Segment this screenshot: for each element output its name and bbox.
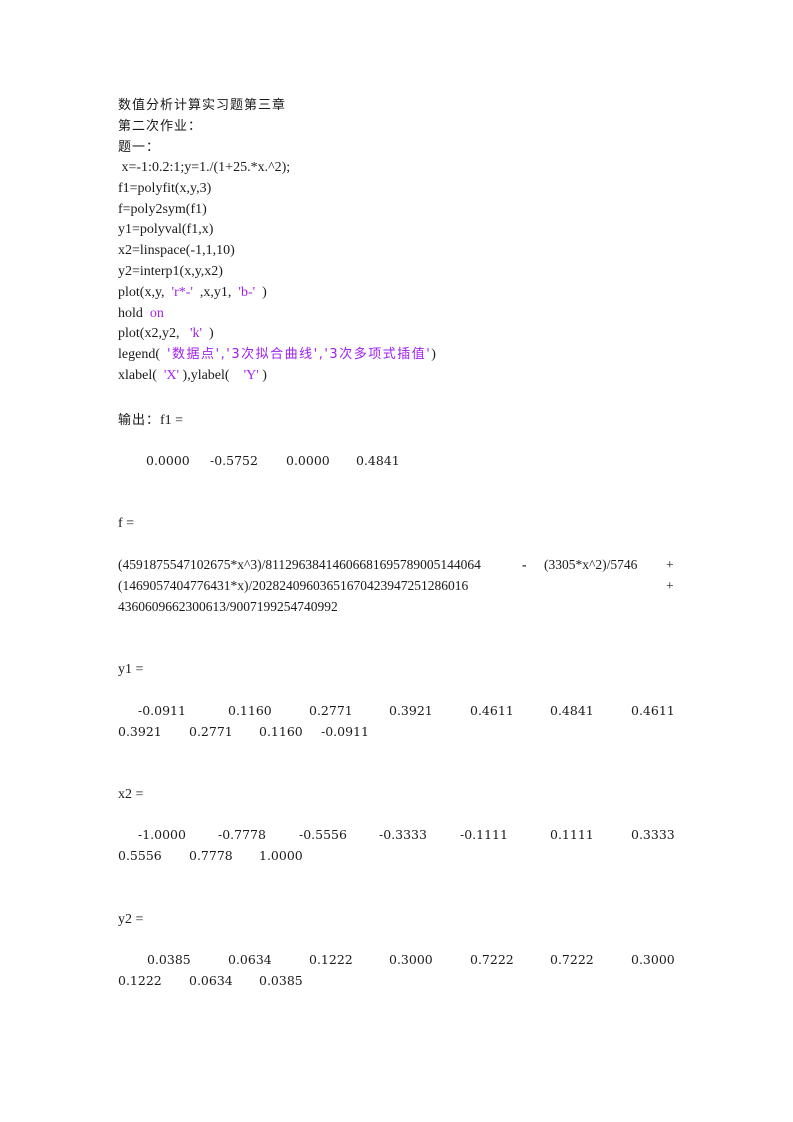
code-text: legend( (118, 347, 167, 362)
y1-value: 0.3921 (389, 703, 433, 718)
output-y1-label: y1 = (118, 662, 144, 677)
code-line-3: f=poly2sym(f1) (118, 202, 207, 217)
x2-value: -0.7778 (218, 827, 266, 842)
code-text: hold (118, 306, 150, 321)
y1-value: 0.4611 (631, 703, 675, 718)
variable-label: f1 = (160, 413, 184, 428)
f-expression-operator: + (666, 578, 674, 593)
code-line-1: x=-1:0.2:1;y=1./(1+25.*x.^2); (118, 160, 291, 175)
output-x2-label: x2 = (118, 787, 144, 802)
y1-value: 0.2771 (189, 724, 233, 739)
code-text: ) (258, 368, 267, 383)
code-text: ) (202, 326, 214, 341)
x2-value: 0.3333 (631, 827, 675, 842)
y1-value: 0.1160 (228, 703, 272, 718)
string-literal: 'r*-' (171, 285, 193, 300)
y1-value: 0.4841 (550, 703, 594, 718)
y2-value: 0.1222 (309, 952, 353, 967)
x2-value: 0.7778 (189, 848, 233, 863)
code-line-legend: legend( '数据点','3次拟合曲线','3次多项式插值') (118, 346, 436, 364)
f-expression-term: 4360609662300613/9007199254740992 (118, 599, 338, 614)
x2-value: 0.5556 (118, 848, 162, 863)
y1-value: 0.1160 (259, 724, 303, 739)
code-line-2: f1=polyfit(x,y,3) (118, 181, 212, 196)
string-literal: 'X' (163, 368, 180, 383)
code-line-4: y1=polyval(f1,x) (118, 222, 214, 237)
code-text: ,x,y1, (192, 285, 239, 300)
document-title: 数值分析计算实习题第三章 (118, 98, 287, 113)
string-literal: '数据点' (166, 347, 221, 362)
output-f-label: f = (118, 516, 135, 531)
f1-value: 0.4841 (356, 453, 400, 468)
x2-value: -1.0000 (138, 827, 186, 842)
output-y2-label: y2 = (118, 912, 144, 927)
f-expression-term: (3305*x^2)/5746 (544, 557, 638, 572)
code-line-5: x2=linspace(-1,1,10) (118, 243, 235, 258)
f-expression-term: (4591875547102675*x^3)/81129638414606681… (118, 557, 481, 572)
code-text: ) (431, 347, 436, 362)
y2-value: 0.3000 (389, 952, 433, 967)
code-text: xlabel( (118, 368, 164, 383)
assignment-subtitle: 第二次作业： (118, 119, 203, 134)
x2-value: -0.3333 (379, 827, 427, 842)
keyword-argument: on (149, 306, 164, 321)
y2-value: 0.0385 (259, 973, 303, 988)
code-text: ) (255, 285, 267, 300)
string-literal: 'Y' (243, 368, 259, 383)
code-text: plot(x,y, (118, 285, 172, 300)
y2-value: 0.7222 (550, 952, 594, 967)
x2-value: -0.5556 (299, 827, 347, 842)
string-literal: 'k' (189, 326, 202, 341)
document-page: 数值分析计算实习题第三章 第二次作业： 题一： x=-1:0.2:1;y=1./… (0, 0, 793, 1122)
code-line-6: y2=interp1(x,y,x2) (118, 264, 223, 279)
y2-value: 0.7222 (470, 952, 514, 967)
problem-label: 题一： (118, 140, 161, 155)
x2-value: 0.1111 (550, 827, 594, 842)
string-literal: '3次拟合曲线' (226, 347, 319, 362)
y1-value: -0.0911 (321, 724, 369, 739)
y2-value: 0.1222 (118, 973, 162, 988)
f-expression-term: (1469057404776431*x)/2028240960365167042… (118, 578, 469, 593)
y2-value: 0.0634 (189, 973, 233, 988)
f-expression-operator: + (666, 557, 674, 572)
y2-value: 0.3000 (631, 952, 675, 967)
x2-value: -0.1111 (460, 827, 508, 842)
y2-value: 0.0385 (147, 952, 191, 967)
y2-value: 0.0634 (228, 952, 272, 967)
code-text: plot(x2,y2, (118, 326, 190, 341)
y1-value: 0.4611 (470, 703, 514, 718)
y1-value: 0.2771 (309, 703, 353, 718)
code-line-hold: hold on (118, 305, 164, 323)
x2-value: 1.0000 (259, 848, 303, 863)
output-label: 输出： (118, 413, 161, 428)
y1-value: -0.0911 (138, 703, 186, 718)
f1-value: 0.0000 (286, 453, 330, 468)
code-line-plot1: plot(x,y, 'r*-' ,x,y1, 'b-' ) (118, 284, 267, 302)
f-expression-operator: - (522, 557, 527, 572)
y1-value: 0.3921 (118, 724, 162, 739)
code-line-plot2: plot(x2,y2, 'k' ) (118, 325, 214, 343)
string-literal: '3次多项式插值' (324, 347, 432, 362)
f1-value: 0.0000 (146, 453, 190, 468)
output-f1-label: 输出：f1 = (118, 412, 183, 430)
f1-value: -0.5752 (210, 453, 258, 468)
code-text: ),ylabel( (179, 368, 244, 383)
string-literal: 'b-' (238, 285, 256, 300)
code-line-labels: xlabel( 'X' ),ylabel( 'Y' ) (118, 367, 267, 385)
